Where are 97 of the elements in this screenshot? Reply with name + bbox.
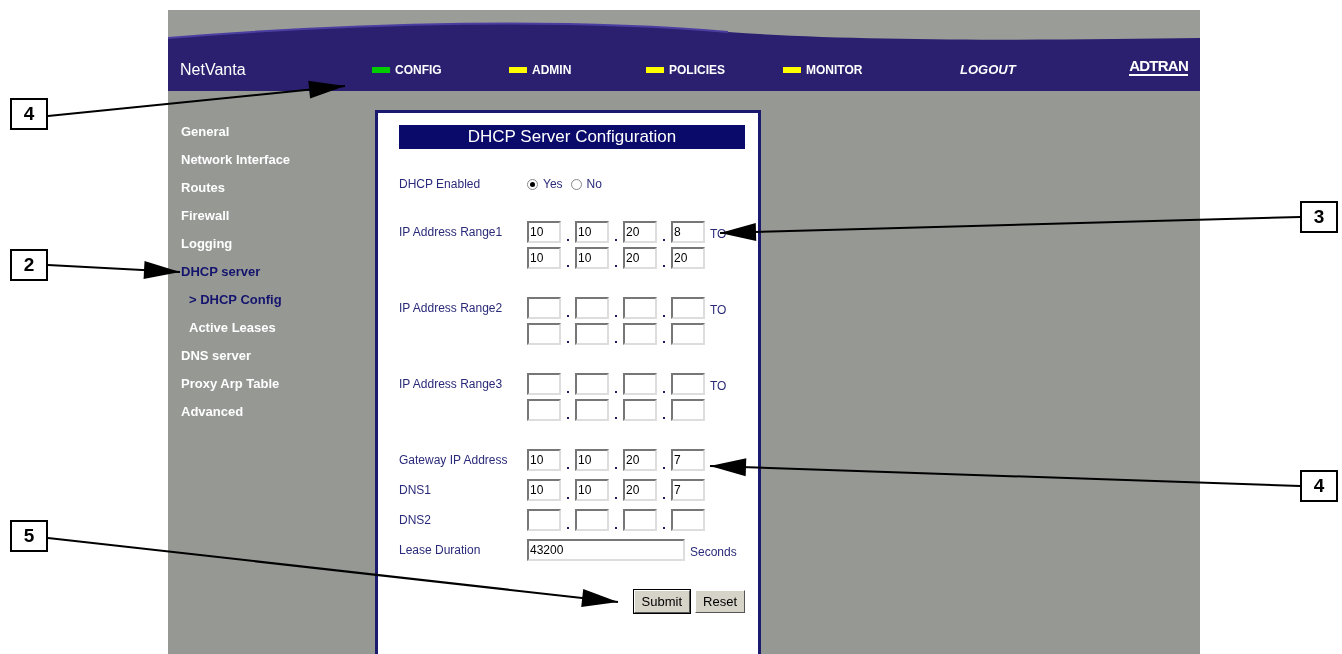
dot-separator [663, 315, 665, 317]
octet-field[interactable] [527, 373, 561, 395]
radio-button[interactable] [570, 178, 582, 190]
dot-separator [663, 527, 665, 529]
nav-link[interactable]: ADMIN [509, 60, 646, 79]
dot-separator [567, 467, 569, 469]
octet-field[interactable]: 20 [623, 449, 657, 471]
callout-number: 4 [10, 98, 48, 130]
radio-option[interactable]: No [570, 175, 602, 193]
octet-field[interactable]: 20 [623, 221, 657, 243]
octet-field[interactable] [671, 509, 705, 531]
radio-button[interactable] [527, 178, 538, 190]
field-label: IP Address Range1 [399, 224, 504, 241]
octet-field[interactable] [623, 297, 657, 319]
dot-separator [615, 391, 617, 393]
range-to-label: TO [710, 378, 727, 395]
octet-field[interactable] [575, 399, 609, 421]
octet-field[interactable]: 7 [671, 479, 705, 501]
callout-number: 3 [1300, 201, 1338, 233]
dot-separator [567, 341, 569, 343]
octet-field[interactable]: 20 [671, 247, 705, 269]
dot-separator [615, 315, 617, 317]
lease-duration-field[interactable]: 43200 [527, 539, 685, 561]
logout-link[interactable]: LOGOUT [960, 59, 1016, 80]
octet-field[interactable] [527, 297, 561, 319]
octet-field[interactable] [575, 323, 609, 345]
dot-separator [615, 467, 617, 469]
field-label: IP Address Range2 [399, 300, 504, 317]
octet-field[interactable] [527, 399, 561, 421]
field-label: DNS2 [399, 512, 432, 529]
dot-separator [615, 265, 617, 267]
octet-field[interactable] [671, 297, 705, 319]
dot-separator [663, 265, 665, 267]
company-logo: ADTRAN [1129, 57, 1188, 76]
callout-number: 5 [10, 520, 48, 552]
octet-field[interactable] [623, 373, 657, 395]
callout-number: 4 [1300, 470, 1338, 502]
nav-link[interactable]: CONFIG [372, 60, 509, 79]
nav-link[interactable]: MONITOR [783, 60, 920, 79]
dot-separator [663, 497, 665, 499]
octet-field[interactable]: 10 [527, 221, 561, 243]
octet-field[interactable] [623, 399, 657, 421]
octet-field[interactable]: 10 [527, 247, 561, 269]
sidebar-item[interactable]: > DHCP Config [181, 286, 375, 314]
dot-separator [663, 341, 665, 343]
range-to-label: TO [710, 302, 727, 319]
field-label: IP Address Range3 [399, 376, 504, 393]
octet-field[interactable]: 20 [623, 479, 657, 501]
radio-option[interactable]: Yes [527, 175, 563, 193]
dot-separator [615, 239, 617, 241]
dot-separator [567, 391, 569, 393]
octet-field[interactable] [671, 373, 705, 395]
dot-separator [615, 497, 617, 499]
octet-field[interactable]: 7 [671, 449, 705, 471]
octet-field[interactable]: 20 [623, 247, 657, 269]
dot-separator [615, 341, 617, 343]
octet-field[interactable]: 10 [575, 449, 609, 471]
octet-field[interactable]: 8 [671, 221, 705, 243]
dot-separator [567, 265, 569, 267]
dot-separator [615, 417, 617, 419]
octet-field[interactable]: 10 [575, 221, 609, 243]
dot-separator [567, 315, 569, 317]
dot-separator [567, 417, 569, 419]
field-label: Gateway IP Address [399, 452, 509, 469]
unit-label: Seconds [690, 544, 737, 561]
dot-separator [663, 239, 665, 241]
reset-button[interactable]: Reset [695, 590, 745, 613]
octet-field[interactable] [623, 323, 657, 345]
octet-field[interactable] [527, 509, 561, 531]
dot-separator [567, 497, 569, 499]
field-label: Lease Duration [399, 542, 482, 559]
octet-field[interactable]: 10 [575, 479, 609, 501]
octet-field[interactable] [671, 399, 705, 421]
octet-field[interactable] [575, 297, 609, 319]
nav-link[interactable]: POLICIES [646, 60, 783, 79]
dot-separator [567, 527, 569, 529]
octet-field[interactable] [575, 373, 609, 395]
sidebar-item[interactable]: DHCP server [181, 258, 375, 286]
submit-button[interactable]: Submit [633, 590, 691, 613]
callout-number: 2 [10, 249, 48, 281]
octet-field[interactable] [527, 323, 561, 345]
dot-separator [663, 391, 665, 393]
dot-separator [663, 417, 665, 419]
octet-field[interactable] [671, 323, 705, 345]
field-label: DHCP Enabled [399, 176, 482, 193]
dot-separator [567, 239, 569, 241]
octet-field[interactable]: 10 [527, 479, 561, 501]
brand-name: NetVanta [180, 59, 247, 80]
field-label: DNS1 [399, 482, 432, 499]
panel-title: DHCP Server Configuration [399, 125, 745, 149]
octet-field[interactable]: 10 [575, 247, 609, 269]
octet-field[interactable] [623, 509, 657, 531]
dot-separator [663, 467, 665, 469]
octet-field[interactable] [575, 509, 609, 531]
dot-separator [615, 527, 617, 529]
range-to-label: TO [710, 226, 727, 243]
octet-field[interactable]: 10 [527, 449, 561, 471]
